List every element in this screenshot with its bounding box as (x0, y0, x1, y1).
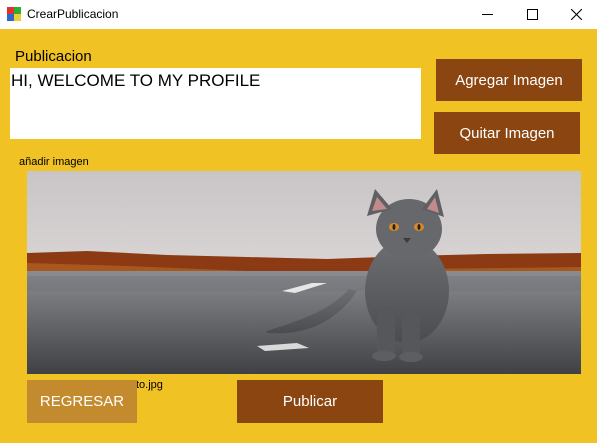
close-button[interactable] (553, 0, 597, 29)
publicacion-label: Publicacion (15, 48, 92, 65)
regresar-button[interactable]: REGRESAR (27, 380, 137, 423)
cat-on-road-image (27, 171, 581, 374)
post-image (27, 171, 581, 374)
agregar-imagen-button[interactable]: Agregar Imagen (436, 59, 582, 101)
maximize-button[interactable] (509, 0, 555, 29)
publicar-button[interactable]: Publicar (237, 380, 383, 423)
title-bar: CrearPublicacion (0, 0, 597, 29)
post-text-input[interactable]: HI, WELCOME TO MY PROFILE (10, 68, 421, 139)
window-title: CrearPublicacion (27, 7, 119, 21)
minimize-button[interactable] (464, 0, 510, 29)
anadir-imagen-label: añadir imagen (19, 156, 89, 168)
image-filename-label: to.jpg (136, 379, 163, 391)
close-icon (570, 9, 582, 20)
minimize-icon (481, 14, 493, 15)
app-icon (7, 7, 21, 21)
maximize-icon (526, 9, 538, 20)
quitar-imagen-button[interactable]: Quitar Imagen (434, 112, 580, 154)
